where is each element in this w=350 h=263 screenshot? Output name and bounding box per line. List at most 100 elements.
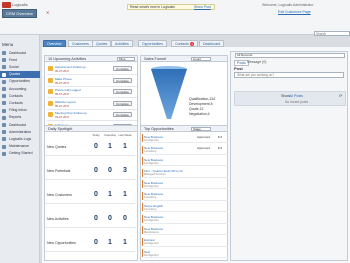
sidebar-item-icon [2, 101, 6, 106]
sidebar-item-7[interactable]: Contacts [0, 100, 40, 107]
funnel-chart [151, 66, 187, 119]
complete-button[interactable]: Complete [113, 89, 132, 94]
opportunity-status-bar [142, 214, 143, 223]
refresh-icon[interactable]: ⟳ [339, 93, 342, 98]
spotlight-row: New Quotes 0 1 1 [45, 139, 135, 156]
complete-button[interactable]: Complete [113, 112, 132, 117]
sidebar-item-5[interactable]: Accounting [0, 86, 40, 93]
tab-quotes[interactable]: Quotes [92, 40, 112, 47]
activity-date: 05-07-2017 [55, 92, 70, 96]
spotlight-value[interactable]: 1 [103, 191, 117, 198]
opportunity-status-bar [142, 203, 143, 211]
announcement-text: Read what's new in Logicalis [130, 5, 175, 9]
spotlight-value[interactable]: 1 [118, 239, 132, 246]
tab-customers[interactable]: Customers [68, 40, 93, 47]
opportunity-account: Consulting [144, 207, 157, 211]
spotlight-row-label: New Potentials [47, 169, 71, 173]
sales-funnel-panel: Sales Funnel Count Qualification,134 Deve… [140, 55, 228, 133]
opportunity-status-bar [142, 191, 143, 200]
spotlight-value[interactable]: 1 [118, 191, 132, 198]
funnel-body [151, 69, 187, 119]
sidebar-item-2[interactable]: Social [0, 64, 40, 71]
sidebar-item-label: Maintenance [9, 144, 30, 149]
post-label: Post [234, 66, 243, 71]
opportunity-account: Kerridge Rpt [144, 219, 159, 222]
spotlight-value[interactable]: 0 [118, 215, 132, 222]
sidebar-item-10[interactable]: Dashboard [0, 122, 40, 129]
tab-label: Dashboard [203, 42, 221, 46]
activity-date: 05-07-2017 [55, 103, 70, 108]
activity-date: 05-07-2017 [55, 80, 70, 85]
tab-crm-overview[interactable]: CRM Overview [2, 9, 37, 18]
tab-overview[interactable]: Overview [43, 40, 66, 47]
opportunity-status-bar [142, 157, 143, 165]
tab-activities[interactable]: Activities [111, 40, 133, 47]
complete-button[interactable]: Complete [113, 66, 132, 71]
sidebar-item-icon [2, 115, 6, 120]
sidebar-item-13[interactable]: Maintenance [0, 143, 40, 150]
spotlight-col-header: Last Week [118, 133, 132, 137]
opportunity-status-bar [142, 237, 143, 246]
tab-messages[interactable]: Message (0) [245, 60, 268, 64]
sidebar-item-8[interactable]: Filing Inbox [0, 107, 40, 114]
opportunity-row: New Business Maintenance [142, 226, 228, 236]
spotlight-row: New Customers 0 1 1 [45, 187, 135, 204]
tab-dashboard[interactable]: Dashboard [199, 40, 225, 47]
opportunity-row: Explorer Kerridge Rpt [142, 237, 228, 247]
spotlight-value[interactable]: 0 [103, 167, 117, 174]
sidebar-item-icon [2, 151, 6, 156]
spotlight-value[interactable]: 0 [89, 167, 103, 174]
sidebar-item-9[interactable]: Reports [0, 114, 40, 121]
opportunity-status-bar [142, 134, 143, 142]
opportunity-amount: $ 0 [218, 134, 223, 139]
spotlight-value[interactable]: 0 [89, 143, 103, 150]
post-input[interactable] [234, 72, 344, 78]
funnel-filter-select[interactable]: Count [191, 56, 211, 61]
sidebar-item-label: Feed [9, 57, 17, 62]
complete-button[interactable]: Complete [113, 77, 132, 83]
spotlight-value[interactable]: 0 [89, 239, 103, 246]
spotlight-value[interactable]: 3 [118, 167, 132, 174]
show-filter-select[interactable]: All Posts [289, 94, 303, 98]
sidebar-item-icon [2, 94, 6, 99]
sidebar-item-11[interactable]: Administration [0, 129, 40, 136]
activities-filter-select[interactable]: Mine [117, 56, 135, 61]
sidebar-item-0[interactable]: Dashboard [0, 50, 40, 57]
sidebar-item-12[interactable]: Logicalis Logs [0, 136, 40, 143]
sidebar-item-4[interactable]: Opportunities [0, 78, 40, 85]
show-post-link[interactable]: Show Post [194, 5, 211, 9]
sidebar-item-6[interactable]: Contacts [0, 93, 40, 100]
opportunity-status-bar [142, 226, 143, 234]
tab-contacts[interactable]: Contacts 4 [171, 40, 198, 47]
close-tab-icon[interactable]: ✕ [46, 10, 49, 15]
funnel-stage-label: Development,5 [189, 102, 213, 106]
opportunities-filter-select[interactable]: Stage [191, 126, 211, 131]
complete-button[interactable]: Complete [113, 100, 132, 106]
app-title: Logicalis [12, 2, 28, 7]
opportunity-row: Firm - Quarter Ends PR to Di Managed Serv… [142, 168, 228, 178]
spotlight-value[interactable]: 0 [89, 191, 103, 198]
customize-page-link[interactable]: Edit Customize Page [278, 10, 311, 14]
sidebar-item-icon [2, 79, 6, 84]
sidebar-item-1[interactable]: Feed [0, 57, 40, 64]
funnel-stage-label: Qualification,134 [189, 97, 216, 101]
opportunity-account: Consulting [144, 196, 157, 199]
spotlight-value[interactable]: 1 [103, 143, 117, 150]
records-filter-select[interactable]: All Records [235, 53, 345, 58]
spotlight-row-label: New Customers [47, 193, 72, 197]
opportunity-status: Approved [197, 134, 210, 139]
funnel-stage-label: Quote,12 [189, 107, 204, 111]
spotlight-value[interactable]: 1 [118, 143, 132, 150]
sidebar-item-label: Opportunities [9, 79, 30, 84]
spotlight-value[interactable]: 1 [103, 239, 117, 246]
no-posts-text: No recent posts [285, 100, 309, 104]
search-input[interactable] [314, 31, 350, 36]
sidebar-item-14[interactable]: Getting Started [0, 150, 40, 157]
spotlight-value[interactable]: 0 [89, 215, 103, 222]
sidebar-item-label: Contacts [9, 93, 23, 98]
spotlight-value[interactable]: 0 [103, 215, 117, 222]
opportunity-account: Kerridge Rpt [144, 161, 159, 165]
tab-opportunities[interactable]: Opportunities [138, 40, 167, 47]
opportunity-account: Kerridge Rpt [144, 184, 159, 188]
sidebar-item-3[interactable]: Quotes [0, 71, 40, 79]
